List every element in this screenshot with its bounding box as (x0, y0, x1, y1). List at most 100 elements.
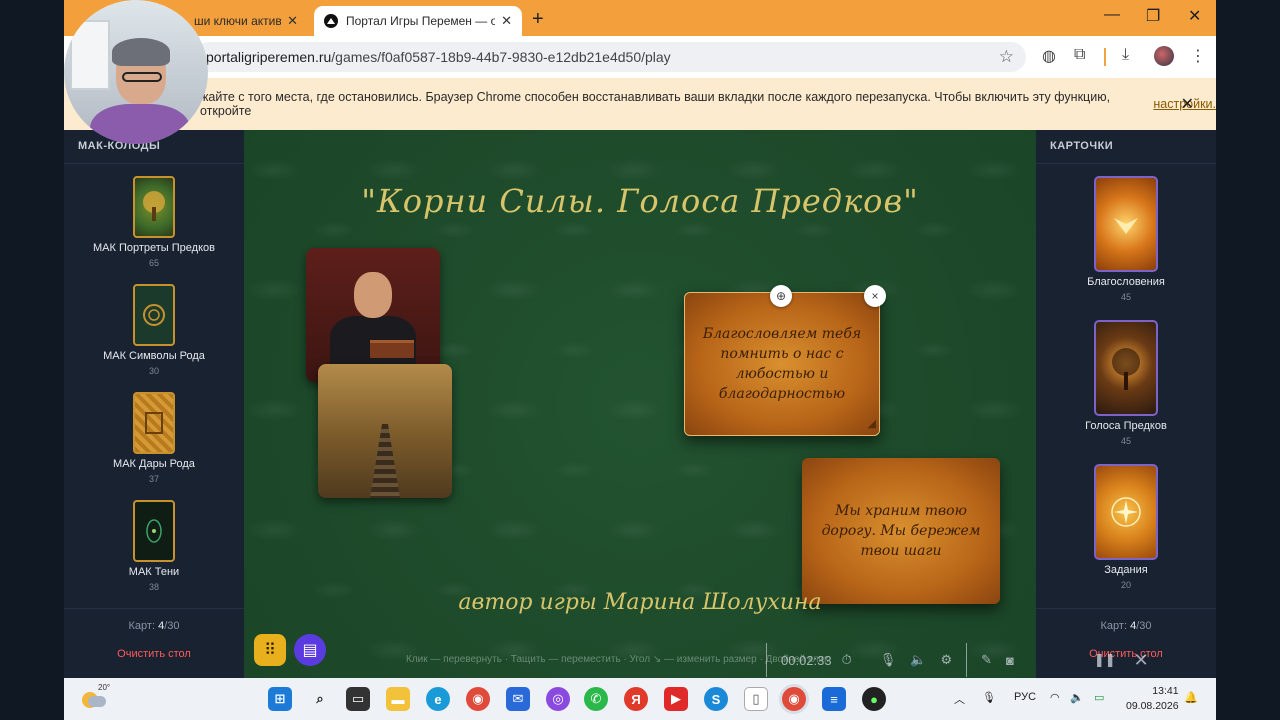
category-name: Задания (1104, 564, 1148, 576)
message-card-text: Благословляем тебя помнить о нас с любос… (702, 326, 862, 402)
apps-menu-button[interactable]: ⠿ (254, 634, 286, 666)
toolbar-divider (1104, 48, 1106, 66)
alice-icon[interactable]: ◎ (546, 687, 570, 711)
recorder-divider (966, 643, 968, 677)
deck-count: 65 (148, 258, 159, 268)
task-view-icon[interactable]: ▭ (346, 687, 370, 711)
game-title: "Корни Силы. Голоса Предков" (361, 182, 919, 220)
resize-handle-icon[interactable]: ◢ (868, 414, 876, 434)
edge-icon[interactable]: e (426, 687, 450, 711)
move-handle-icon[interactable]: ⊕ (770, 285, 792, 307)
category-cover-tree-icon[interactable] (1094, 320, 1158, 416)
tab-strip: ши ключи актива ✕ Портал Игры Перемен — … (64, 0, 1216, 36)
camera-icon[interactable]: ◙ (1006, 653, 1014, 668)
weather-widget-icon[interactable]: 20° (82, 683, 110, 710)
address-bar[interactable]: portaligriperemen.ru/games/f0af0587-18b9… (194, 42, 1026, 72)
deck-cover-shadow-icon[interactable] (133, 500, 175, 562)
notes-document-button[interactable]: ▤ (294, 634, 326, 666)
translate-globe-icon[interactable]: ◍ (1042, 46, 1056, 66)
system-clock[interactable]: 13:41 09.08.2026 (1126, 684, 1179, 714)
cards-counter: Карт: 4/30 (64, 620, 244, 632)
minimize-icon[interactable]: — (1104, 6, 1120, 24)
cards-panel-title: КАРТОЧКИ (1036, 130, 1216, 164)
pause-recording-icon[interactable]: ❚❚ (1094, 652, 1116, 668)
file-explorer-icon[interactable]: ▬ (386, 687, 410, 711)
search-icon[interactable]: ⌕ (308, 687, 332, 711)
remove-card-icon[interactable]: × (864, 285, 886, 307)
deck-name: МАК Дары Рода (113, 458, 195, 470)
document-icon[interactable]: ▯ (744, 687, 768, 711)
deck-name: МАК Портреты Предков (93, 242, 215, 254)
battery-icon[interactable]: ▭ (1094, 691, 1104, 704)
chrome-icon[interactable]: ◉ (466, 687, 490, 711)
tab-inactive[interactable]: ши ключи актива ✕ (184, 6, 308, 36)
tab-active[interactable]: Портал Игры Перемен — онла ✕ (314, 6, 522, 36)
more-menu-icon[interactable]: ⋮ (1190, 46, 1206, 66)
close-window-icon[interactable]: ✕ (1188, 6, 1201, 26)
tray-expand-icon[interactable]: ︿ (954, 691, 965, 707)
whatsapp-icon[interactable]: ✆ (584, 687, 608, 711)
message-card-blessing[interactable]: Благословляем тебя помнить о нас с любос… (684, 292, 880, 436)
app-icon[interactable]: ● (862, 687, 886, 711)
tray-mic-icon[interactable]: 🎙 (982, 691, 996, 704)
clock-time: 13:41 (1152, 685, 1179, 697)
deck-item[interactable]: МАК Тени 38 (64, 500, 244, 592)
deck-item[interactable]: МАК Портреты Предков 65 (64, 176, 244, 268)
volume-icon[interactable]: 🔈 (1070, 691, 1084, 704)
deck-count: 37 (148, 474, 159, 484)
tab-close-icon[interactable]: ✕ (501, 13, 512, 29)
category-item[interactable]: Благословения 45 (1036, 176, 1216, 302)
browser-toolbar: portaligriperemen.ru/games/f0af0587-18b9… (64, 36, 1216, 78)
panel-divider (64, 608, 244, 609)
category-item[interactable]: Задания 20 (1036, 464, 1216, 590)
download-icon[interactable]: ⤓ (1122, 46, 1129, 64)
restore-tabs-infobar: жайте с того места, где остановились. Бр… (64, 78, 1216, 130)
portrait-face (354, 272, 392, 318)
category-cover-star-icon[interactable] (1094, 464, 1158, 560)
speaker-icon[interactable]: 🔈 (910, 652, 926, 668)
category-count: 20 (1120, 580, 1131, 590)
wifi-icon[interactable]: ◠ (1050, 691, 1060, 704)
yandex-browser-icon[interactable]: Я (624, 687, 648, 711)
weather-temp: 20° (98, 683, 111, 692)
notepad-icon[interactable]: ≡ (822, 687, 846, 711)
tab-close-icon[interactable]: ✕ (287, 13, 298, 29)
microphone-icon[interactable]: 🎙 (880, 652, 897, 668)
settings-gear-icon[interactable]: ⚙ (940, 652, 952, 668)
category-item[interactable]: Голоса Предков 45 (1036, 320, 1216, 446)
language-indicator[interactable]: РУС (1014, 691, 1036, 703)
message-card-voices[interactable]: Мы храним твою дорогу. Мы бережем твои ш… (802, 458, 1000, 604)
bookmark-star-icon[interactable]: ☆ (999, 47, 1014, 67)
notifications-icon[interactable]: 🔔 (1184, 691, 1198, 704)
cards-counter: Карт: 4/30 (1036, 620, 1216, 632)
restore-icon[interactable]: ❐ (1146, 6, 1160, 26)
category-name: Голоса Предков (1085, 420, 1167, 432)
deck-cover-knot-icon[interactable] (133, 284, 175, 346)
infobar-close-icon[interactable]: ✕ (1181, 94, 1194, 114)
category-cover-bird-icon[interactable] (1094, 176, 1158, 272)
stop-recording-icon[interactable]: ✕ (1134, 650, 1149, 671)
windows-taskbar: 20° ⊞ ⌕ ▭ ▬ e ◉ ✉ ◎ ✆ Я ▶ S ▯ ◉ ≡ ● ︿ 🎙 … (64, 678, 1216, 720)
deck-name: МАК Тени (128, 566, 180, 578)
deck-cover-tree-icon[interactable] (133, 176, 175, 238)
mail-icon[interactable]: ✉ (506, 687, 530, 711)
extensions-icon[interactable]: ⧉ (1074, 46, 1085, 64)
new-tab-icon[interactable]: + (532, 8, 544, 31)
pause-icon[interactable]: ⏱ (842, 652, 852, 668)
start-icon[interactable]: ⊞ (268, 687, 292, 711)
game-author: автор игры Марина Шолухина (458, 590, 822, 615)
railroad-track (370, 424, 400, 498)
photo-card-portrait[interactable] (306, 248, 440, 382)
deck-item[interactable]: МАК Дары Рода 37 (64, 392, 244, 484)
clock-date: 09.08.2026 (1126, 700, 1179, 712)
deck-item[interactable]: МАК Символы Рода 30 (64, 284, 244, 376)
photo-card-railroad[interactable] (318, 364, 452, 498)
game-table[interactable]: "Корни Силы. Голоса Предков" Благословля… (244, 130, 1036, 678)
deck-cover-ornament-icon[interactable] (133, 392, 175, 454)
pen-icon[interactable]: ✎ (981, 652, 992, 668)
clear-table-button[interactable]: Очистить стол (64, 648, 244, 660)
youtube-icon[interactable]: ▶ (664, 687, 688, 711)
chrome-active-icon[interactable]: ◉ (782, 687, 806, 711)
profile-avatar[interactable] (1154, 46, 1174, 66)
skype-icon[interactable]: S (704, 687, 728, 711)
